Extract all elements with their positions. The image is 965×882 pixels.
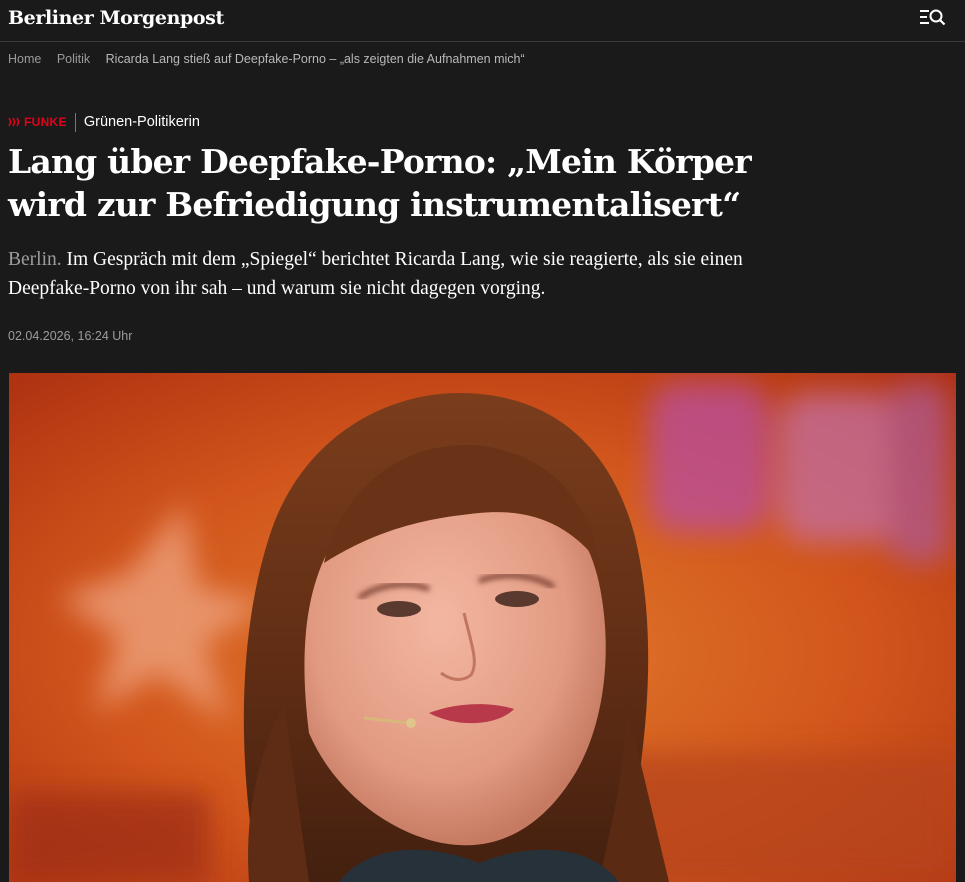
site-logo[interactable]: Berliner Morgenpost (8, 7, 224, 29)
breadcrumb-home[interactable]: Home (8, 52, 41, 66)
breadcrumb-politik[interactable]: Politik (57, 52, 90, 66)
breadcrumb: Home Politik Ricarda Lang stieß auf Deep… (8, 52, 537, 66)
article-headline: Lang über Deepfake-Porno: „Mein Körper w… (8, 142, 752, 224)
article-dateline: Berlin. (8, 249, 62, 270)
menu-search-icon[interactable] (918, 7, 946, 29)
article-hero-image (9, 373, 956, 882)
article-timestamp: 02.04.2026, 16:24 Uhr (8, 329, 133, 343)
breadcrumb-current: Ricarda Lang stieß auf Deepfake-Porno – … (105, 52, 525, 66)
article-teaser: Berlin. Im Gespräch mit dem „Spiegel“ be… (8, 245, 808, 303)
article-topic: Grünen-Politikerin (83, 114, 200, 130)
funke-logo-icon (8, 117, 20, 127)
funke-brand-label: FUNKE (24, 115, 67, 129)
site-header: Berliner Morgenpost (0, 0, 965, 42)
kicker-divider (74, 112, 76, 132)
article-kicker: FUNKE Grünen-Politikerin (8, 112, 200, 132)
article-teaser-text: Im Gespräch mit dem „Spiegel“ berichtet … (8, 249, 743, 299)
